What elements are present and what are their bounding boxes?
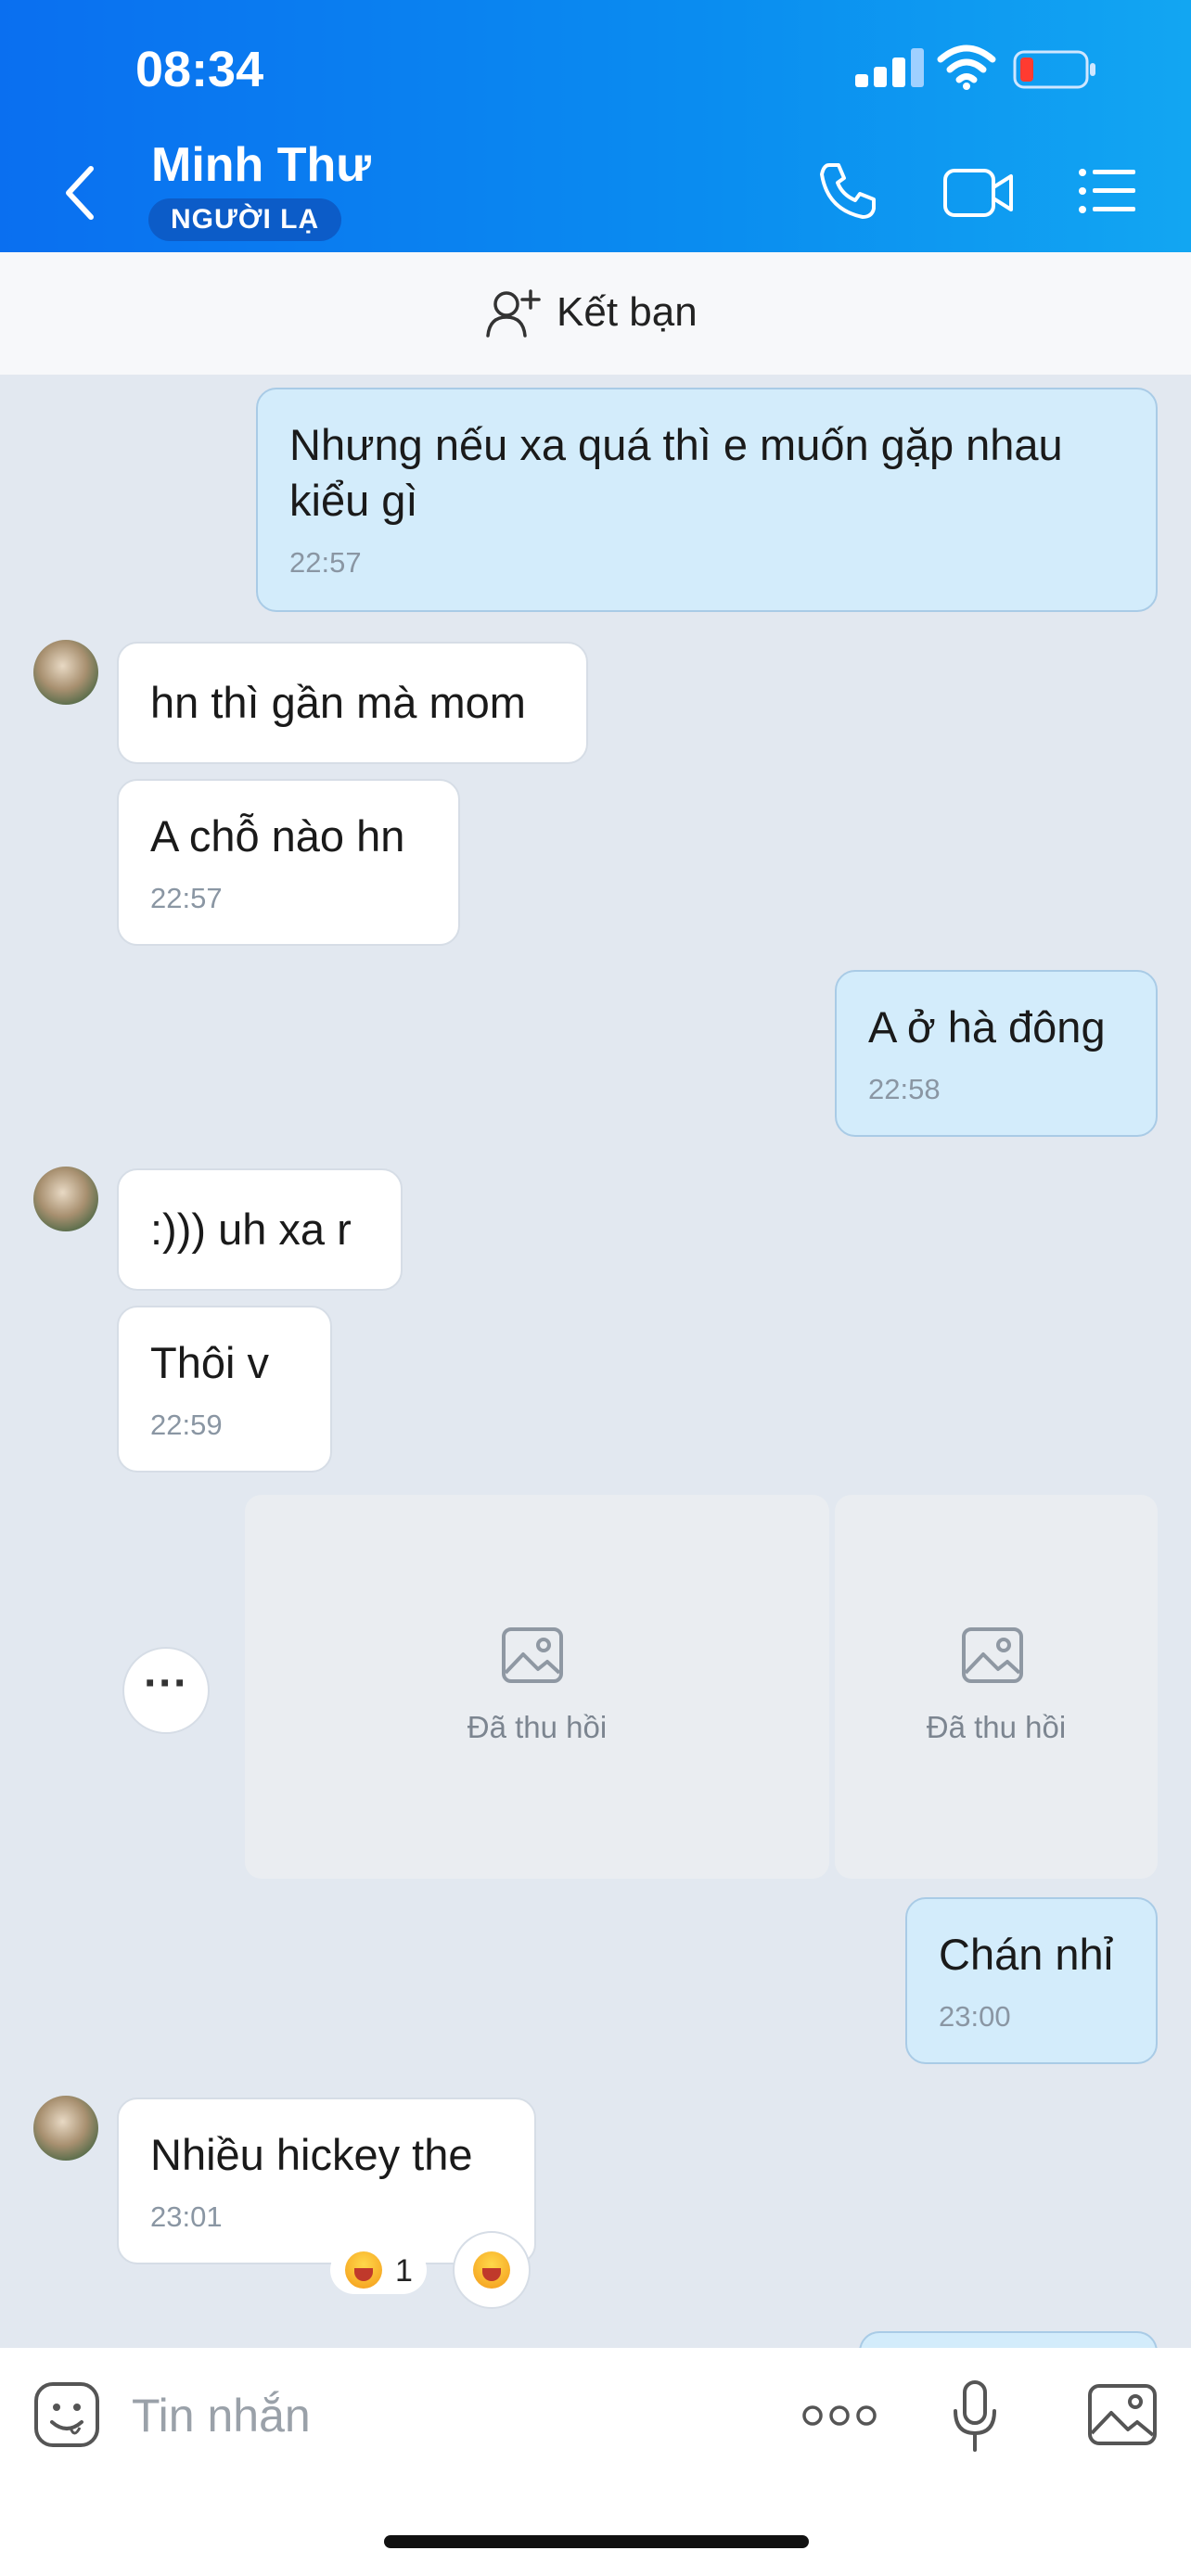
sticker-icon[interactable] [33, 2381, 100, 2448]
laugh-emoji-icon [473, 2251, 510, 2289]
menu-list-icon[interactable] [1078, 167, 1137, 215]
message-text: A chỗ nào hn [150, 811, 405, 861]
message-bubble-incoming[interactable]: hn thì gần mà mom [117, 642, 588, 764]
message-time: 22:59 [150, 1409, 223, 1441]
message-bubble-incoming[interactable]: A chỗ nào hn 22:57 [117, 779, 460, 946]
message-bubble-outgoing[interactable]: A ở hà đông 22:58 [835, 970, 1158, 1137]
contact-name[interactable]: Minh Thư [151, 137, 371, 193]
back-icon[interactable] [61, 163, 98, 223]
home-indicator [384, 2535, 809, 2548]
video-call-icon[interactable] [942, 167, 1015, 219]
message-time: 22:57 [150, 882, 223, 914]
message-text: Nhưng nếu xa quá thì e muốn gặp nhau kiể… [289, 420, 1063, 525]
recalled-image[interactable]: Đã thu hồi [835, 1495, 1158, 1879]
contact-avatar[interactable] [33, 640, 98, 705]
message-bubble-outgoing[interactable]: Chán nhỉ 23:00 [905, 1897, 1158, 2064]
reaction-count: 1 [395, 2253, 413, 2289]
recalled-label: Đã thu hồi [467, 1710, 608, 1744]
message-text: Chán nhỉ [939, 1930, 1114, 1979]
message-text: :))) uh xa r [150, 1205, 352, 1254]
message-time: 23:01 [150, 2200, 223, 2233]
reaction-summary[interactable]: 1 [330, 2246, 427, 2294]
message-text: hn thì gần mà mom [150, 678, 526, 727]
message-time: 22:57 [289, 546, 362, 579]
message-bubble-incoming[interactable]: :))) uh xa r [117, 1168, 403, 1291]
status-time: 08:34 [135, 42, 264, 97]
add-friend-label[interactable]: Kết bạn [557, 289, 698, 336]
stranger-badge: NGƯỜI LẠ [148, 198, 342, 241]
message-bubble-outgoing[interactable]: Nhưng nếu xa quá thì e muốn gặp nhau kiể… [256, 388, 1158, 612]
message-bubble-incoming[interactable]: Thôi v 22:59 [117, 1306, 332, 1473]
gallery-icon[interactable] [1087, 2383, 1158, 2446]
wifi-icon [937, 45, 996, 90]
signal-icon [855, 48, 924, 87]
image-icon [502, 1627, 563, 1683]
recalled-image[interactable]: Đã thu hồi [245, 1495, 829, 1879]
image-icon [962, 1627, 1023, 1683]
phone-call-icon[interactable] [818, 161, 877, 221]
more-dots-icon[interactable] [801, 2404, 877, 2428]
message-time: 23:00 [939, 2000, 1011, 2033]
more-options-button[interactable]: ··· [122, 1647, 210, 1734]
contact-avatar[interactable] [33, 2096, 98, 2161]
laugh-emoji-icon [345, 2251, 382, 2289]
message-time: 22:58 [868, 1073, 941, 1105]
microphone-icon[interactable] [952, 2379, 998, 2454]
add-friend-icon[interactable] [486, 287, 544, 339]
message-input[interactable]: Tin nhắn [132, 2389, 311, 2442]
message-text: Thôi v [150, 1338, 269, 1387]
recalled-label: Đã thu hồi [926, 1710, 1067, 1744]
add-reaction-button[interactable] [453, 2231, 531, 2309]
message-text: Nhiều hickey the [150, 2130, 473, 2179]
message-text: A ở hà đông [868, 1002, 1106, 1052]
contact-avatar[interactable] [33, 1167, 98, 1231]
battery-icon [1013, 50, 1095, 89]
